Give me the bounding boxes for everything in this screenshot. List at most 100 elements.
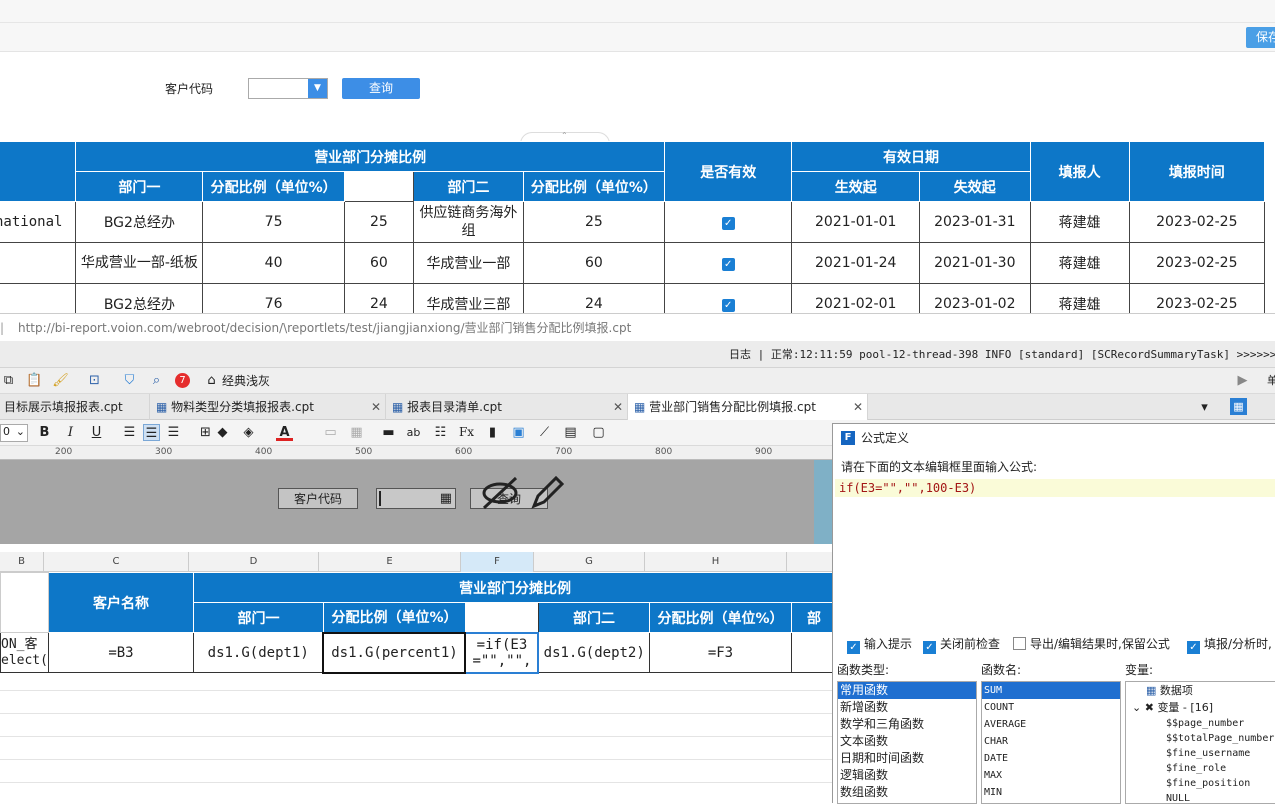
d3-cell[interactable]: ds1.G(dept1) (192, 632, 324, 673)
column-header[interactable]: B (0, 552, 44, 572)
cell[interactable] (0, 572, 49, 633)
ratio2-header[interactable]: 分配比例（单位%） (648, 602, 792, 633)
tree-leaf[interactable]: $$page_number (1126, 716, 1275, 731)
e3-cell[interactable]: ds1.G(percent1) (322, 631, 467, 674)
list-item[interactable]: 文本函数 (838, 733, 976, 750)
align-right-icon[interactable]: ☰ (165, 424, 182, 441)
preview-icon[interactable]: ⊡ (86, 372, 103, 389)
tree-node[interactable]: ⌄ ✖ 变量 - [16] (1126, 699, 1275, 716)
cell[interactable]: 华成营业三部 (413, 283, 524, 313)
list-item[interactable]: 数学和三角函数 (838, 716, 976, 733)
tree-node[interactable]: ▦ 数据项 (1126, 682, 1275, 699)
font-color-icon[interactable]: A (276, 424, 293, 441)
cell[interactable]: 2021-01-01 (791, 201, 921, 243)
italic-icon[interactable]: I (62, 424, 79, 441)
border-icon[interactable]: ⊞ (197, 424, 214, 441)
b3-cell[interactable]: ON_客 elect( (0, 632, 49, 673)
list-item[interactable]: CHAR (982, 733, 1120, 750)
function-type-list[interactable]: 常用函数 新增函数 数学和三角函数 文本函数 日期和时间函数 逻辑函数 数组函数 (837, 681, 977, 804)
dept3-header[interactable]: 部 (790, 602, 837, 633)
column-header[interactable]: G (534, 552, 645, 572)
cell[interactable]: 2021-01-30 (919, 242, 1031, 284)
dept1-header[interactable]: 部门一 (192, 602, 324, 633)
tab-file[interactable]: 目标展示填报报表.cpt (0, 394, 150, 420)
function-name-list[interactable]: SUM COUNT AVERAGE CHAR DATE MAX MIN (981, 681, 1121, 804)
play-icon[interactable]: ▶ (1234, 372, 1251, 389)
list-item[interactable]: MIN (982, 784, 1120, 801)
widget-icon[interactable]: ▢ (590, 424, 607, 441)
checkbox-checked-icon[interactable]: ✓ (721, 299, 735, 312)
cell[interactable] (790, 632, 837, 673)
list-item[interactable]: 常用函数 (838, 682, 976, 699)
list-item[interactable]: 逻辑函数 (838, 767, 976, 784)
input-hint-checkbox[interactable]: ✓ 输入提示 (847, 637, 912, 654)
insert-row-icon[interactable]: ▬ (380, 424, 397, 441)
tree-leaf[interactable]: $fine_username (1126, 746, 1275, 761)
filter-icon[interactable]: ⛉ (121, 372, 138, 389)
tab-file[interactable]: ▦ 报表目录清单.cpt ✕ (386, 394, 628, 420)
tree-leaf[interactable]: $fine_position (1126, 776, 1275, 791)
tab-file-active[interactable]: ▦ 营业部门销售分配比例填报.cpt ✕ (628, 394, 868, 420)
valid-cell[interactable]: ✓ (664, 283, 793, 313)
tree-leaf[interactable]: $$totalPage_number (1126, 731, 1275, 746)
param-label-widget[interactable]: 客户代码 (278, 488, 358, 509)
ratio1-header[interactable]: 分配比例（单位%） (322, 602, 466, 633)
variable-tree[interactable]: ▦ 数据项 ⌄ ✖ 变量 - [16] $$page_number $$tota… (1125, 681, 1275, 804)
merge-icon[interactable]: ▭ (322, 424, 339, 441)
cell[interactable] (0, 283, 77, 313)
column-header[interactable]: D (189, 552, 319, 572)
tree-leaf[interactable]: $fine_role (1126, 761, 1275, 776)
theme-label[interactable]: 经典浅灰 (222, 372, 270, 389)
cell[interactable]: 75 (202, 201, 345, 243)
cell[interactable]: national (0, 201, 77, 243)
subreport-icon[interactable]: ▤ (562, 424, 579, 441)
search-icon[interactable]: ⌕ (148, 372, 165, 389)
cell[interactable]: 76 (202, 283, 345, 313)
chart-icon[interactable]: ▮ (484, 424, 501, 441)
cell[interactable]: BG2总经办 (75, 283, 204, 313)
column-header[interactable]: H (645, 552, 787, 572)
customer-code-select[interactable]: ▼ (248, 78, 328, 99)
dropdown-icon[interactable]: ▾ (1196, 399, 1213, 416)
cell[interactable]: 供应链商务海外组 (413, 201, 524, 243)
scrollbar[interactable] (814, 460, 832, 544)
list-item[interactable]: COUNT (982, 699, 1120, 716)
bold-icon[interactable]: B (36, 424, 53, 441)
cell[interactable]: 2023-01-31 (919, 201, 1031, 243)
align-left-icon[interactable]: ☰ (121, 424, 138, 441)
formula-icon[interactable]: Fx (458, 424, 475, 441)
image-icon[interactable]: ▣ (510, 424, 527, 441)
check-before-close-checkbox[interactable]: ✓ 关闭前检查 (923, 637, 1000, 654)
cell[interactable]: 2021-02-01 (791, 283, 921, 313)
customer-name-header[interactable]: 客户名称 (47, 572, 194, 633)
cell[interactable] (0, 242, 77, 284)
list-item[interactable]: MAX (982, 767, 1120, 784)
valid-cell[interactable]: ✓ (664, 242, 793, 284)
dept2-header[interactable]: 部门二 (537, 602, 650, 633)
column-header[interactable]: E (319, 552, 461, 572)
close-icon[interactable]: ✕ (371, 394, 381, 420)
paste-icon[interactable]: 📋 (26, 372, 43, 389)
list-item[interactable]: DATE (982, 750, 1120, 767)
checkbox-checked-icon[interactable]: ✓ (721, 217, 735, 230)
c3-cell[interactable]: =B3 (47, 632, 194, 673)
f3-cell-selected[interactable]: =if(E3 ="","", (464, 631, 540, 674)
close-icon[interactable]: ✕ (853, 394, 863, 420)
valid-cell[interactable]: ✓ (664, 201, 793, 243)
cell[interactable]: 2021-01-24 (791, 242, 921, 284)
column-header[interactable]: C (44, 552, 189, 572)
group-header[interactable]: 营业部门分摊比例 (192, 572, 837, 603)
underline-icon[interactable]: U (88, 424, 105, 441)
close-icon[interactable]: ✕ (613, 394, 623, 420)
g3-cell[interactable]: ds1.G(dept2) (537, 632, 650, 673)
cell[interactable]: 华成营业一部 (413, 242, 524, 284)
brush-color-icon[interactable]: ◈ (240, 424, 257, 441)
tab-file[interactable]: ▦ 物料类型分类填报报表.cpt ✕ (150, 394, 386, 420)
cell[interactable]: BG2总经办 (75, 201, 204, 243)
fill-analysis-checkbox[interactable]: ✓ 填报/分析时, (1187, 637, 1272, 654)
checkbox-checked-icon[interactable]: ✓ (721, 258, 735, 271)
hide-edit-icon[interactable] (480, 476, 564, 510)
formula-editor[interactable]: if(E3="","",100-E3) (835, 479, 1275, 629)
unmerge-icon[interactable]: ▦ (348, 424, 365, 441)
list-item[interactable]: 日期和时间函数 (838, 750, 976, 767)
